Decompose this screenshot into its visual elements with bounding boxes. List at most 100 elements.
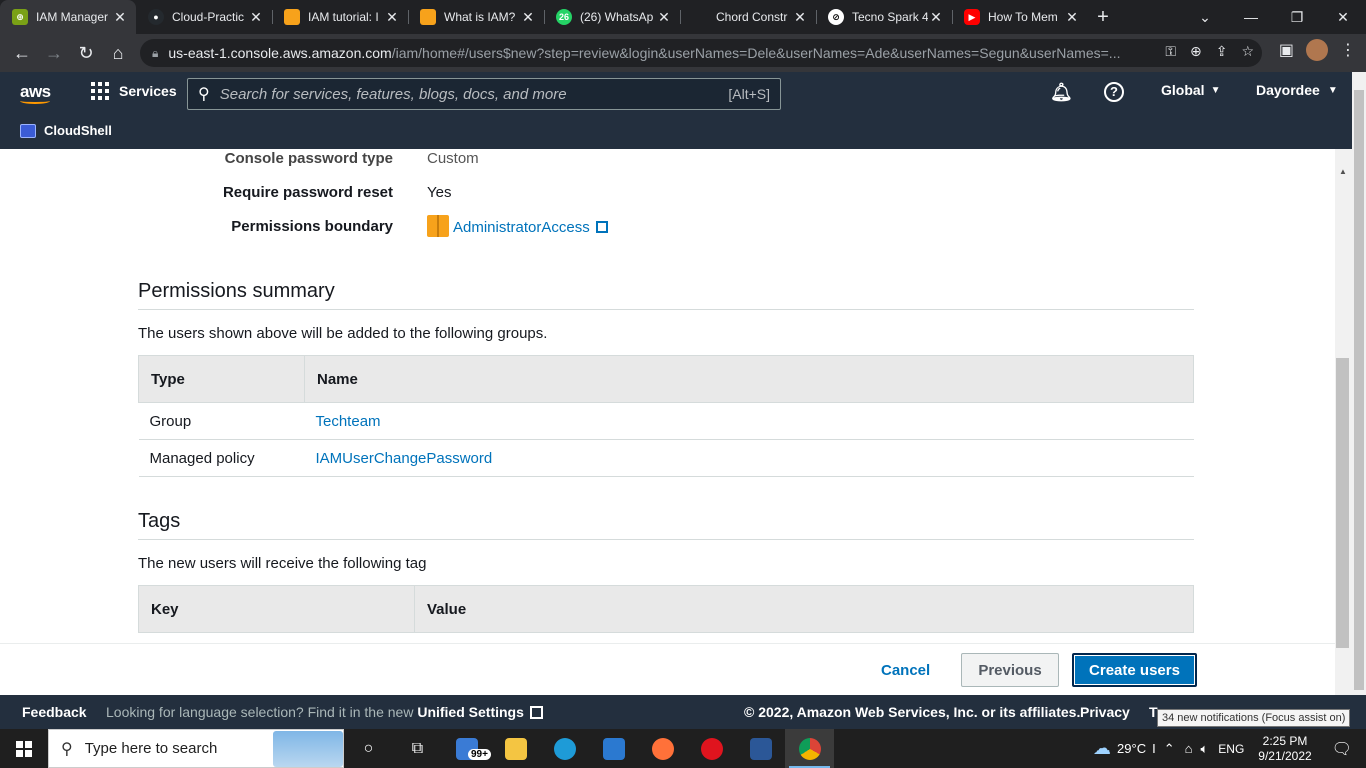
- weather-temperature[interactable]: 29°C: [1117, 741, 1146, 756]
- row-type: Group: [138, 402, 305, 440]
- unified-settings-link[interactable]: Unified Settings: [417, 704, 524, 720]
- lock-icon[interactable]: 🔒︎: [152, 46, 158, 61]
- volume-icon[interactable]: 🔈︎: [1200, 741, 1208, 757]
- search-highlight-image[interactable]: [273, 730, 343, 767]
- close-tab-icon[interactable]: ✕: [520, 9, 536, 26]
- chrome-icon[interactable]: [785, 729, 834, 768]
- start-button[interactable]: [0, 729, 48, 768]
- close-tab-icon[interactable]: ✕: [248, 9, 264, 26]
- input-language[interactable]: ENG: [1218, 742, 1244, 756]
- address-bar[interactable]: 🔒︎ us-east-1.console.aws.amazon.com /iam…: [140, 39, 1262, 67]
- taskbar-search-placeholder: Type here to search: [84, 740, 218, 757]
- close-tab-icon[interactable]: ✕: [928, 9, 944, 26]
- close-tab-icon[interactable]: ✕: [1064, 9, 1080, 26]
- table-row: Managed policy IAMUserChangePassword: [138, 439, 1194, 477]
- edge-icon[interactable]: [540, 729, 589, 768]
- browser-tab[interactable]: ⊕ IAM Manager ✕: [0, 0, 136, 34]
- browser-tab[interactable]: ● Cloud-Practic ✕: [136, 0, 272, 34]
- help-icon[interactable]: ?: [1104, 82, 1124, 102]
- reload-icon[interactable]: ↻: [70, 37, 102, 69]
- show-hidden-icons-icon[interactable]: ⌃: [1164, 741, 1175, 757]
- zoom-icon[interactable]: ⊕: [1190, 43, 1202, 60]
- account-name: Dayordee: [1256, 82, 1320, 98]
- scroll-up-arrow-icon[interactable]: ▲: [1339, 167, 1347, 176]
- iam-user-change-password-link[interactable]: IAMUserChangePassword: [316, 450, 493, 467]
- taskbar-search[interactable]: ⚲ Type here to search: [48, 729, 344, 768]
- browser-tab[interactable]: IAM tutorial: I ✕: [272, 0, 408, 34]
- column-header-key[interactable]: Key: [138, 585, 415, 633]
- share-icon[interactable]: ⇪: [1216, 43, 1228, 60]
- account-menu[interactable]: Dayordee ▼: [1256, 82, 1338, 98]
- task-view-icon[interactable]: ⧉: [393, 729, 442, 768]
- notifications-bell-icon[interactable]: 🔔︎: [1050, 82, 1073, 103]
- cortana-icon[interactable]: ○: [344, 729, 393, 768]
- edge-logo-icon: [553, 737, 576, 760]
- aws-search-box[interactable]: ⚲ [Alt+S]: [187, 78, 781, 110]
- whatsapp-icon: 26: [556, 9, 572, 25]
- scrollbar-thumb[interactable]: [1336, 358, 1349, 648]
- cancel-button[interactable]: Cancel: [865, 654, 946, 686]
- new-tab-button[interactable]: +: [1088, 0, 1118, 34]
- file-explorer-icon[interactable]: [491, 729, 540, 768]
- services-menu-button[interactable]: Services: [91, 82, 177, 100]
- administrator-access-link[interactable]: AdministratorAccess: [453, 219, 590, 236]
- scrollbar-thumb[interactable]: [1354, 90, 1364, 690]
- aws-search-input[interactable]: [219, 85, 729, 103]
- chrome-logo-icon: [798, 737, 821, 760]
- mail-icon[interactable]: 99+: [442, 729, 491, 768]
- github-icon: ●: [148, 9, 164, 25]
- browser-tab[interactable]: ⊘ Tecno Spark 4 ✕: [816, 0, 952, 34]
- back-icon[interactable]: ←: [6, 37, 38, 69]
- side-panel-icon[interactable]: ▣: [1279, 40, 1294, 60]
- menu-kebab-icon[interactable]: ⋮: [1340, 40, 1356, 60]
- browser-tab[interactable]: What is IAM? ✕: [408, 0, 544, 34]
- search-icon: ⚲: [61, 740, 73, 758]
- action-center-icon[interactable]: 🗨︎: [1332, 739, 1352, 759]
- cloudshell-icon: [20, 123, 36, 138]
- browser-tab[interactable]: ▶ How To Mem ✕: [952, 0, 1088, 34]
- minimize-button[interactable]: —: [1228, 0, 1274, 34]
- network-icon[interactable]: ⌂: [1185, 741, 1193, 756]
- column-header-name[interactable]: Name: [304, 355, 1194, 403]
- firefox-logo-icon: [651, 737, 674, 760]
- word-icon[interactable]: [736, 729, 785, 768]
- browser-tab[interactable]: Chord Constr ✕: [680, 0, 816, 34]
- cloudshell-shortcut[interactable]: CloudShell: [20, 123, 112, 138]
- opera-icon[interactable]: [687, 729, 736, 768]
- create-users-button[interactable]: Create users: [1072, 653, 1197, 687]
- weather-rain-icon[interactable]: ☁: [1093, 738, 1111, 759]
- row-type: Managed policy: [138, 439, 305, 477]
- aws-box-icon: [420, 9, 436, 25]
- bookmark-star-icon[interactable]: ☆: [1241, 43, 1254, 60]
- close-tab-icon[interactable]: ✕: [656, 9, 672, 26]
- column-header-value[interactable]: Value: [414, 585, 1194, 633]
- page-scrollbar[interactable]: [1352, 72, 1366, 695]
- aws-logo[interactable]: aws: [20, 82, 51, 104]
- console-password-type-value: Custom: [427, 150, 479, 167]
- store-icon[interactable]: [589, 729, 638, 768]
- column-header-type[interactable]: Type: [138, 355, 305, 403]
- permissions-table: Type Name Group Techteam Managed policy …: [138, 355, 1194, 477]
- forward-icon[interactable]: →: [38, 37, 70, 69]
- techteam-group-link[interactable]: Techteam: [316, 413, 381, 430]
- key-icon[interactable]: ⚿: [1165, 43, 1176, 60]
- feedback-link[interactable]: Feedback: [22, 704, 87, 720]
- privacy-link[interactable]: Privacy: [1080, 704, 1130, 720]
- close-tab-icon[interactable]: ✕: [384, 9, 400, 26]
- close-tab-icon[interactable]: ✕: [792, 9, 808, 26]
- tab-search-icon[interactable]: ⌄: [1182, 0, 1228, 34]
- clock[interactable]: 2:25 PM 9/21/2022: [1258, 734, 1311, 764]
- browser-tab[interactable]: 26 (26) WhatsAp ✕: [544, 0, 680, 34]
- region-selector[interactable]: Global ▼: [1161, 82, 1220, 98]
- external-link-icon[interactable]: [595, 221, 608, 233]
- restore-button[interactable]: ❐: [1274, 0, 1320, 34]
- profile-avatar[interactable]: [1306, 39, 1328, 61]
- home-icon[interactable]: ⌂: [102, 37, 134, 69]
- content-scrollbar[interactable]: ▲: [1335, 149, 1352, 695]
- previous-button[interactable]: Previous: [961, 653, 1059, 687]
- youtube-icon: ▶: [964, 9, 980, 25]
- firefox-icon[interactable]: [638, 729, 687, 768]
- close-window-button[interactable]: ✕: [1320, 0, 1366, 34]
- close-tab-icon[interactable]: ✕: [112, 9, 128, 26]
- tags-table: Key Value: [138, 585, 1194, 633]
